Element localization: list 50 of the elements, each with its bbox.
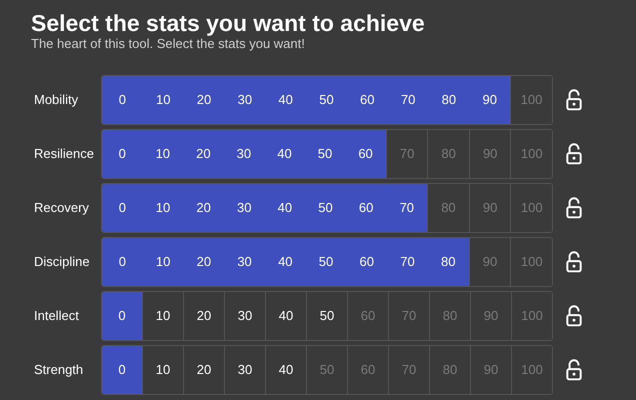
stat-value-cell[interactable]: 60 — [346, 238, 388, 286]
stat-value-cell[interactable]: 60 — [346, 184, 386, 232]
stat-value-cell[interactable]: 50 — [306, 76, 347, 124]
stat-value-cell[interactable]: 30 — [224, 76, 266, 124]
stat-value-cell[interactable]: 40 — [264, 238, 306, 286]
stat-value-cell[interactable]: 20 — [183, 238, 224, 286]
stat-value-cell[interactable]: 10 — [142, 238, 184, 286]
stat-value-cell[interactable]: 50 — [306, 238, 346, 286]
unlocked-lock-icon[interactable] — [566, 251, 582, 273]
stat-value-cell[interactable]: 50 — [304, 130, 346, 178]
unlocked-lock-icon[interactable] — [566, 359, 582, 381]
stat-value-cell[interactable]: 10 — [142, 130, 184, 178]
stat-value-cell[interactable]: 90 — [469, 76, 510, 124]
stat-value-cell[interactable]: 0 — [102, 292, 142, 340]
stat-label: Discipline — [33, 253, 91, 272]
stat-value-cell[interactable]: 80 — [428, 76, 470, 124]
stat-value-cell[interactable]: 30 — [224, 130, 264, 178]
stat-value-cell[interactable]: 20 — [183, 130, 224, 178]
stat-value-cell[interactable]: 70 — [387, 238, 428, 286]
stat-value-cell[interactable]: 40 — [264, 130, 305, 178]
stat-label: Resilience — [33, 145, 95, 164]
stat-label: Mobility — [33, 91, 80, 110]
stat-value-cell[interactable]: 70 — [388, 76, 428, 124]
stat-value-cell[interactable]: 60 — [345, 130, 386, 178]
stat-value-cell[interactable]: 0 — [102, 76, 143, 124]
stat-label: Intellect — [33, 307, 80, 326]
stat-value-cell[interactable]: 20 — [183, 184, 224, 232]
stat-value-cell[interactable]: 40 — [265, 76, 306, 124]
page-title: Select the stats you want to achieve — [31, 10, 426, 36]
stat-value-cell[interactable]: 10 — [142, 76, 184, 124]
page-subtitle: The heart of this tool. Select the stats you want! — [31, 36, 306, 52]
stat-value-cell[interactable]: 10 — [142, 184, 184, 232]
unlocked-lock-icon[interactable] — [566, 89, 582, 111]
unlocked-lock-icon[interactable] — [566, 143, 582, 165]
stat-value-cell[interactable]: 0 — [102, 346, 142, 394]
unlocked-lock-icon[interactable] — [566, 305, 582, 327]
stat-value-cell[interactable]: 60 — [346, 76, 388, 124]
stat-value-cell[interactable]: 70 — [386, 184, 428, 232]
stat-value-cell[interactable]: 20 — [184, 76, 224, 124]
stat-value-cell[interactable]: 30 — [224, 238, 265, 286]
stat-label: Strength — [33, 361, 84, 380]
stat-value-cell[interactable]: 50 — [305, 184, 346, 232]
stat-value-cell[interactable]: 80 — [428, 238, 469, 286]
stat-value-cell[interactable]: 0 — [102, 238, 143, 286]
stat-value-cell[interactable]: 40 — [264, 184, 306, 232]
stat-value-cell[interactable]: 0 — [102, 184, 143, 232]
stat-label: Recovery — [33, 199, 90, 218]
stat-value-cell[interactable]: 30 — [224, 184, 265, 232]
stat-value-cell[interactable]: 0 — [102, 130, 143, 178]
unlocked-lock-icon[interactable] — [566, 197, 582, 219]
